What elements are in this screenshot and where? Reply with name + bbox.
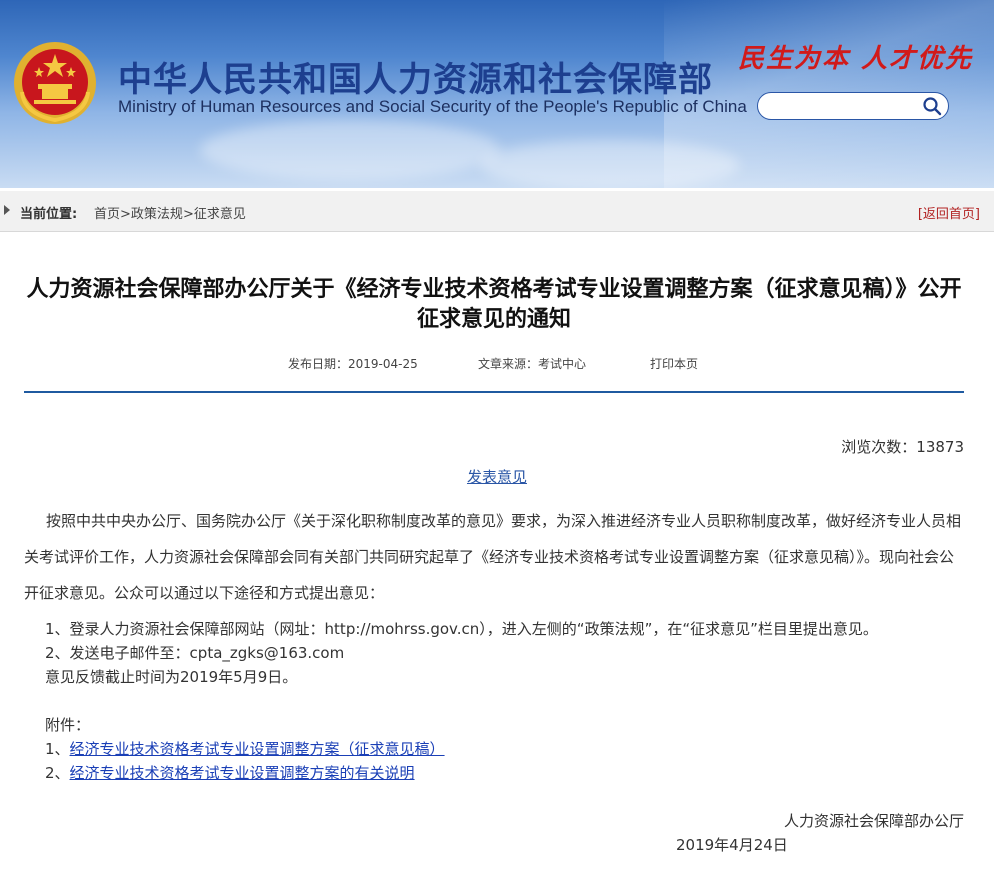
attachment-prefix: 1、 [45, 740, 70, 758]
intro-paragraph: 按照中共中央办公厅、国务院办公厅《关于深化职称制度改革的意见》要求，为深入推进经… [24, 512, 962, 602]
signature-org: 人力资源社会保障部办公厅 [783, 812, 964, 830]
breadcrumb-consultation[interactable]: 征求意见 [194, 207, 246, 222]
view-count-value: 13873 [916, 438, 964, 456]
search-icon[interactable] [922, 96, 942, 116]
title-divider [24, 391, 964, 393]
source-label: 文章来源： [478, 357, 539, 371]
attachment-prefix: 2、 [45, 764, 70, 782]
site-title-cn: 中华人民共和国人力资源和社会保障部 [118, 60, 713, 100]
banner-cloud [200, 120, 500, 180]
attachment-link-1[interactable]: 经济专业技术资格考试专业设置调整方案（征求意见稿） [70, 740, 445, 758]
back-home-link[interactable]: [返回首页] [918, 203, 980, 222]
print-page-link[interactable]: 打印本页 [650, 355, 698, 372]
signature-date: 2019年4月24日 [676, 836, 788, 854]
publish-date-label: 发布日期： [288, 357, 349, 371]
view-count-label: 浏览次数： [841, 438, 917, 456]
article-title: 人力资源社会保障部办公厅关于《经济专业技术资格考试专业设置调整方案（征求意见稿）… [26, 277, 962, 332]
breadcrumb: 首页>政策法规>征求意见 [94, 203, 246, 222]
deadline-text: 意见反馈截止时间为2019年5月9日。 [45, 668, 298, 686]
article-source: 文章来源：考试中心 [478, 355, 586, 372]
attachment-item: 1、经济专业技术资格考试专业设置调整方案（征求意见稿） [45, 738, 445, 759]
feedback-link[interactable]: 发表意见 [467, 468, 527, 486]
way-1: 1、登录人力资源社会保障部网站（网址：http://mohrss.gov.cn）… [45, 620, 878, 638]
attachment-item: 2、经济专业技术资格考试专业设置调整方案的有关说明 [45, 762, 415, 783]
site-title-en: Ministry of Human Resources and Social S… [118, 97, 747, 116]
search-input[interactable] [768, 96, 922, 118]
breadcrumb-policy[interactable]: 政策法规 [131, 207, 183, 222]
source-value: 考试中心 [538, 357, 587, 371]
attachments-label: 附件： [45, 716, 91, 734]
breadcrumb-label: 当前位置: [20, 207, 78, 222]
attachment-link-2[interactable]: 经济专业技术资格考试专业设置调整方案的有关说明 [70, 764, 415, 782]
triangle-right-icon [4, 205, 10, 215]
header-banner: 中华人民共和国人力资源和社会保障部 Ministry of Human Reso… [0, 0, 994, 188]
feedback-link-wrap: 发表意见 [0, 466, 994, 487]
way-2: 2、发送电子邮件至：cpta_zgks@163.com [45, 644, 345, 662]
search-box [757, 92, 949, 120]
publish-date-value: 2019-04-25 [348, 357, 418, 371]
slogan: 民生为本 人才优先 [738, 44, 974, 74]
breadcrumb-bar: 当前位置: 首页>政策法规>征求意见 [返回首页] [0, 191, 994, 232]
breadcrumb-separator: > [182, 207, 194, 222]
breadcrumb-home[interactable]: 首页 [94, 207, 120, 222]
publish-date: 发布日期：2019-04-25 [288, 355, 418, 372]
breadcrumb-separator: > [120, 207, 131, 222]
view-count: 浏览次数：13873 [841, 436, 964, 457]
national-emblem-icon [14, 42, 96, 124]
